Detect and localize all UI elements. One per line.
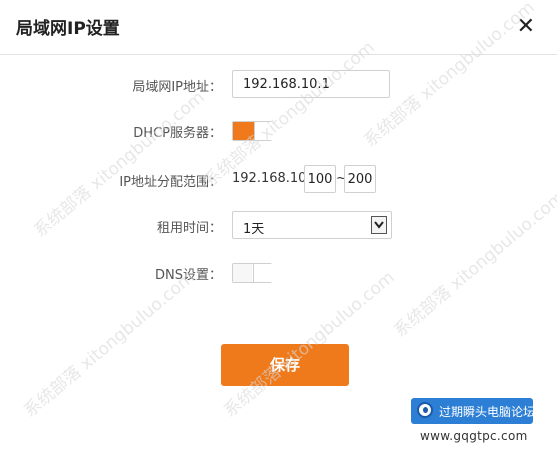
toggle-knob	[254, 122, 272, 140]
dns-toggle[interactable]	[232, 263, 272, 283]
dhcp-toggle[interactable]	[232, 121, 272, 141]
dns-row: DNS设置：	[0, 258, 557, 288]
dhcp-row: DHCP服务器：	[0, 116, 557, 146]
ip-range-start-input[interactable]: 100	[304, 165, 336, 193]
dialog-titlebar: 局域网IP设置 ✕	[0, 0, 557, 55]
lease-time-label: 租用时间：	[156, 221, 222, 236]
dns-label: DNS设置：	[155, 268, 222, 283]
ip-range-prefix: 192.168.10.	[232, 171, 311, 186]
lan-ip-label: 局域网IP地址：	[132, 80, 222, 95]
forum-logo-icon	[417, 402, 433, 418]
chevron-down-icon[interactable]	[371, 216, 387, 234]
lease-time-value: 1天	[243, 222, 265, 237]
toggle-on-fill	[233, 122, 255, 140]
lan-ip-input[interactable]: 192.168.10.1	[232, 70, 390, 98]
forum-badge-text: 过期瞬头电脑论坛	[439, 405, 536, 419]
lease-time-select[interactable]: 1天	[232, 211, 392, 239]
ip-range-row: IP地址分配范围： 192.168.10. 100 ~ 200	[0, 165, 557, 195]
toggle-off-fill	[233, 264, 252, 282]
dhcp-label: DHCP服务器：	[133, 126, 222, 141]
close-icon[interactable]: ✕	[517, 16, 535, 38]
ip-range-end-input[interactable]: 200	[344, 165, 376, 193]
forum-badge: 过期瞬头电脑论坛	[411, 398, 536, 424]
lease-time-row: 租用时间： 1天	[0, 211, 557, 241]
lan-ip-settings-dialog: 局域网IP设置 ✕ 局域网IP地址： 192.168.10.1 DHCP服务器：…	[0, 0, 557, 453]
toggle-knob	[253, 264, 272, 282]
lan-ip-row: 局域网IP地址： 192.168.10.1	[0, 70, 557, 100]
forum-url: www.gqgtpc.com	[420, 429, 528, 443]
ip-range-label: IP地址分配范围：	[119, 175, 222, 190]
save-button[interactable]: 保存	[221, 344, 349, 386]
dialog-title: 局域网IP设置	[16, 19, 120, 39]
